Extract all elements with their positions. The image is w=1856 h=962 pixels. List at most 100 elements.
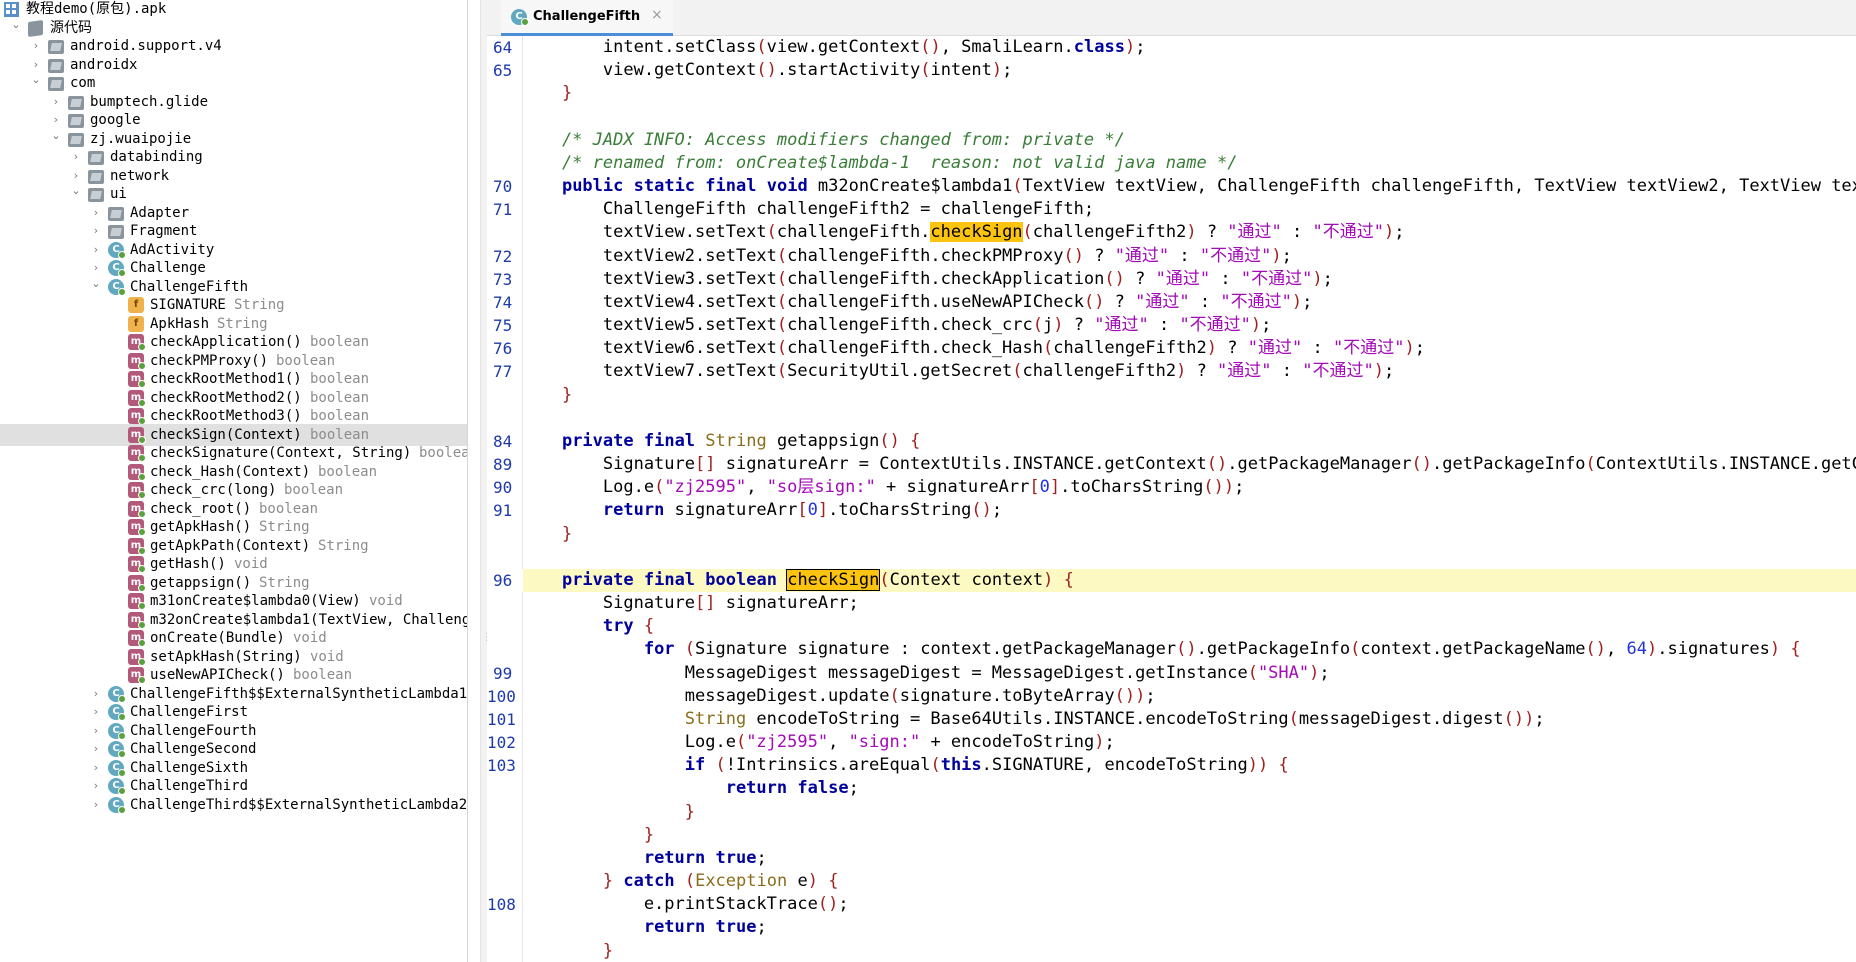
tree-item-label: check_root() <box>150 500 252 517</box>
package-icon <box>88 169 104 184</box>
tree-item[interactable]: › C ChallengeThird$$ExternalSyntheticLambd… <box>0 794 467 816</box>
chevron-down-icon[interactable]: ⌄ <box>30 72 42 88</box>
code-line[interactable]: 90 Log.e("zj2595", "so层sign:" + signatur… <box>487 476 1856 499</box>
method-icon: m <box>128 482 146 499</box>
chevron-right-icon[interactable]: › <box>90 704 102 720</box>
code-line[interactable]: /* JADX INFO: Access modifiers changed f… <box>487 129 1856 152</box>
method-icon: m <box>128 408 146 425</box>
code-line[interactable]: } <box>487 824 1856 847</box>
project-tree-panel[interactable]: 教程demo(原包).apk ⌄ 源代码 › android.support.v4 › an… <box>0 0 468 962</box>
chevron-right-icon[interactable]: › <box>30 38 42 54</box>
code-text: /* JADX INFO: Access modifiers changed f… <box>521 129 1125 150</box>
method-icon: m <box>128 500 146 518</box>
line-number: 65 <box>493 61 513 81</box>
code-line[interactable]: } <box>487 940 1856 962</box>
code-line[interactable]: return true; <box>487 847 1856 870</box>
chevron-right-icon[interactable]: › <box>90 723 102 739</box>
code-line[interactable]: for (Signature signature : context.getPa… <box>487 638 1856 661</box>
code-line[interactable]: 73 textView3.setText(challengeFifth.chec… <box>487 268 1856 291</box>
method-icon: m <box>128 371 146 388</box>
line-number: 89 <box>493 455 513 475</box>
line-number: 84 <box>493 431 513 451</box>
code-line[interactable]: } <box>487 82 1856 105</box>
code-line[interactable]: 65 view.getContext().startActivity(inten… <box>487 59 1856 82</box>
class-icon: C <box>108 759 126 777</box>
code-line[interactable]: 89 Signature[] signatureArr = ContextUti… <box>487 453 1856 476</box>
code-line[interactable]: 96 private final boolean checkSign(Conte… <box>487 568 1856 592</box>
chevron-right-icon[interactable]: › <box>90 260 102 276</box>
code-line[interactable]: 108 e.printStackTrace(); <box>487 893 1856 916</box>
code-line[interactable]: try { <box>487 615 1856 638</box>
chevron-right-icon[interactable]: › <box>90 242 102 258</box>
code-line[interactable]: 72 textView2.setText(challengeFifth.chec… <box>487 245 1856 268</box>
code-line[interactable]: 74 textView4.setText(challengeFifth.useN… <box>487 291 1856 314</box>
code-text: textView.setText(challengeFifth.checkSig… <box>521 222 1405 243</box>
line-number: 70 <box>493 177 513 197</box>
code-text: textView2.setText(challengeFifth.checkPM… <box>521 245 1292 266</box>
code-line[interactable]: 77 textView7.setText(SecurityUtil.getSec… <box>487 360 1856 383</box>
code-line[interactable]: 71 ChallengeFifth challengeFifth2 = chal… <box>487 198 1856 221</box>
code-line[interactable]: 102 Log.e("zj2595", "sign:" + encodeToSt… <box>487 731 1856 754</box>
tree-item-label: bumptech.glide <box>90 93 209 110</box>
code-line[interactable]: 70 public static final void m32onCreate$… <box>487 175 1856 198</box>
chevron-right-icon[interactable]: › <box>50 94 62 110</box>
chevron-right-icon[interactable]: › <box>70 149 82 165</box>
tree-item-type: String <box>318 537 369 554</box>
class-icon: C <box>108 778 126 795</box>
code-line[interactable] <box>487 546 1856 569</box>
tree-item-type: void <box>369 593 403 609</box>
tree-item-type: boolean <box>284 482 344 498</box>
code-line[interactable] <box>487 106 1856 129</box>
chevron-right-icon[interactable]: › <box>50 112 62 128</box>
code-line[interactable]: Signature[] signatureArr; <box>487 592 1856 615</box>
panel-splitter[interactable]: ⋮ <box>480 0 492 962</box>
code-line[interactable]: } <box>487 523 1856 546</box>
code-line[interactable]: 99 MessageDigest messageDigest = Message… <box>487 662 1856 685</box>
code-text: textView4.setText(challengeFifth.useNewA… <box>521 291 1313 312</box>
code-line[interactable]: 75 textView5.setText(challengeFifth.chec… <box>487 314 1856 337</box>
code-line[interactable]: } <box>487 384 1856 407</box>
chevron-right-icon[interactable]: › <box>90 797 102 813</box>
code-line[interactable]: } catch (Exception e) { <box>487 870 1856 893</box>
code-line[interactable]: 76 textView6.setText(challengeFifth.chec… <box>487 337 1856 360</box>
chevron-right-icon[interactable]: › <box>90 778 102 794</box>
tree-item-label: checkSignature(Context, String) <box>150 445 412 461</box>
code-line[interactable]: /* renamed from: onCreate$lambda-1 reaso… <box>487 152 1856 175</box>
tree-item-label: getappsign() <box>150 574 252 591</box>
chevron-right-icon[interactable]: › <box>90 205 102 221</box>
line-number: 99 <box>493 663 513 683</box>
class-icon: C <box>108 685 126 703</box>
chevron-right-icon[interactable]: › <box>30 57 42 73</box>
code-text: } <box>602 940 614 961</box>
code-line[interactable]: 84 private final String getappsign() { <box>487 430 1856 453</box>
code-line[interactable]: 100 messageDigest.update(signature.toByt… <box>487 685 1856 708</box>
field-icon: f <box>128 297 144 313</box>
code-line[interactable]: return true; <box>487 916 1856 939</box>
tree-item-label: check_Hash(Context) <box>150 463 311 480</box>
code-line[interactable]: 103 if (!Intrinsics.areEqual(this.SIGNAT… <box>487 754 1856 777</box>
code-line[interactable]: } <box>487 801 1856 824</box>
code-line[interactable]: 91 return signatureArr[0].toCharsString(… <box>487 499 1856 522</box>
chevron-down-icon[interactable]: ⌄ <box>70 183 82 199</box>
package-icon <box>68 114 84 128</box>
tab-challengefifth[interactable]: C ChallengeFifth × <box>501 0 673 36</box>
code-line[interactable]: textView.setText(challengeFifth.checkSig… <box>487 221 1856 244</box>
package-icon <box>48 77 64 91</box>
chevron-right-icon[interactable]: › <box>90 223 102 239</box>
code-text: textView7.setText(SecurityUtil.getSecret… <box>521 361 1395 382</box>
code-line[interactable]: return false; <box>487 777 1856 800</box>
line-number: 96 <box>487 568 523 592</box>
chevron-down-icon[interactable]: ⌄ <box>10 17 22 33</box>
code-line[interactable]: 101 String encodeToString = Base64Utils.… <box>487 708 1856 731</box>
chevron-down-icon[interactable]: ⌄ <box>90 276 102 292</box>
code-text: /* renamed from: onCreate$lambda-1 reaso… <box>521 152 1238 173</box>
chevron-right-icon[interactable]: › <box>90 741 102 757</box>
chevron-right-icon[interactable]: › <box>90 760 102 776</box>
chevron-right-icon[interactable]: › <box>70 168 82 184</box>
chevron-down-icon[interactable]: ⌄ <box>50 128 62 144</box>
chevron-right-icon[interactable]: › <box>90 686 102 702</box>
close-tab-icon[interactable]: × <box>651 7 663 23</box>
code-line[interactable] <box>487 407 1856 430</box>
code-editor[interactable]: 64 intent.setClass(view.getContext(), Sm… <box>487 36 1856 962</box>
code-line[interactable]: 64 intent.setClass(view.getContext(), Sm… <box>487 36 1856 59</box>
